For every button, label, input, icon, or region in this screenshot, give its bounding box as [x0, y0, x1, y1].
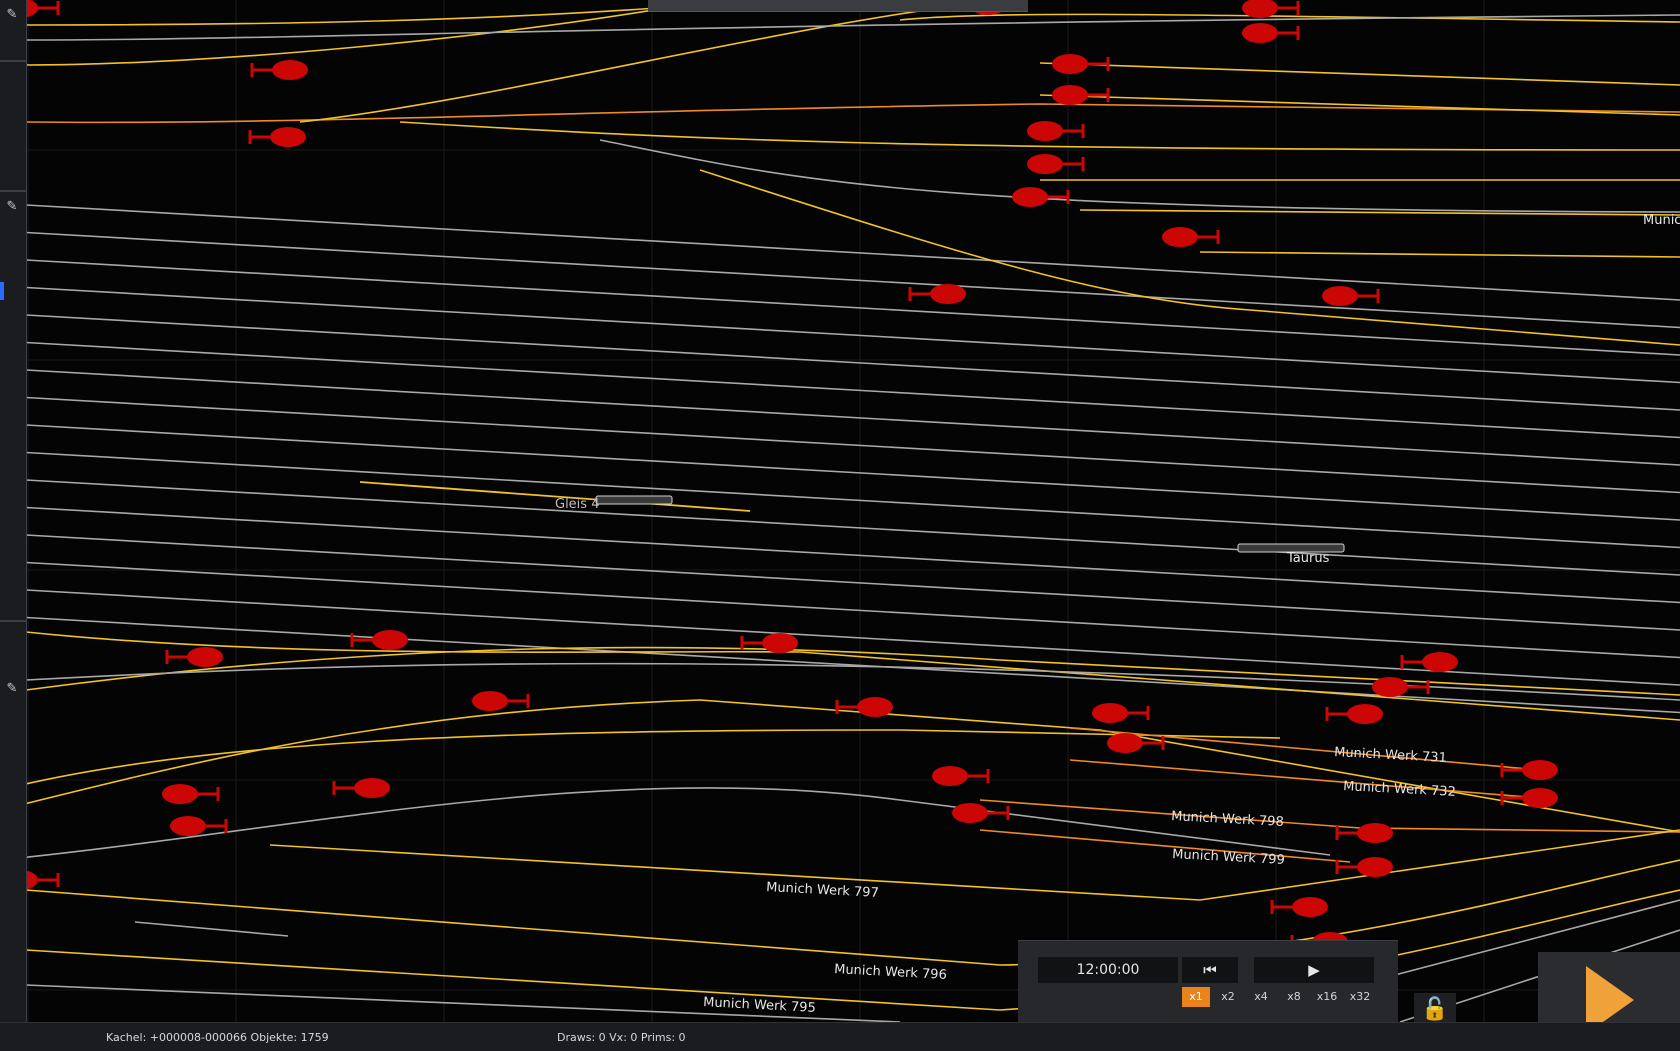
track-line [25, 424, 1680, 521]
draw-info: Draws: 0 Vx: 0 Prims: 0 [557, 1031, 686, 1044]
pin-icon[interactable]: ✎ [3, 680, 21, 698]
track-label: Munic [1643, 213, 1680, 228]
skip-back-button[interactable]: ⏮ [1182, 957, 1238, 983]
train-label: Taurus [1286, 551, 1330, 566]
signal-icon [170, 816, 206, 836]
signal-icon [1292, 897, 1328, 917]
track-line [25, 259, 1680, 356]
signal-icon [1322, 286, 1358, 306]
signal-icon [1522, 760, 1558, 780]
track-line [1079, 209, 1680, 216]
track-label: Munich Werk 799 [1172, 847, 1285, 868]
track-label: Munich Werk 732 [1343, 779, 1456, 800]
toolbar-divider [0, 620, 26, 622]
signal-icon [857, 697, 893, 717]
panel-tab[interactable] [0, 282, 4, 300]
tile-info: Kachel: +000008-000066 Objekte: 1759 [106, 1031, 329, 1044]
track-line [979, 829, 1351, 863]
track-line [25, 534, 1680, 631]
signal-icon [932, 766, 968, 786]
left-toolbar: ✎ ✎ ✎ [0, 0, 27, 1022]
signal-icon [1422, 652, 1458, 672]
skip-back-icon: ⏮ [1203, 961, 1217, 979]
track-line [0, 699, 1680, 833]
top-panel-handle[interactable] [648, 0, 1028, 12]
play-small-icon: ▶ [1308, 961, 1320, 979]
track-label: Munich Werk 798 [1171, 809, 1284, 830]
signal-icon [1357, 823, 1393, 843]
signal-icon [1372, 677, 1408, 697]
signal-icon [1242, 23, 1278, 43]
signal-icon [1052, 54, 1088, 74]
signal-icon [1162, 227, 1198, 247]
signal-icon [162, 784, 198, 804]
signal-icon [762, 633, 798, 653]
platform-label: Gleis 4 [555, 497, 599, 512]
track-line [25, 451, 1680, 549]
track-line [25, 506, 1680, 604]
track-line [25, 561, 1680, 659]
status-bar: Kachel: +000008-000066 Objekte: 1759 Dra… [0, 1022, 1680, 1051]
signal-icon [272, 60, 308, 80]
pin-icon[interactable]: ✎ [3, 6, 21, 24]
speed-x2-button[interactable]: x2 [1214, 987, 1242, 1007]
unlock-icon: 🔓 [1421, 997, 1449, 1022]
track-line [25, 231, 1680, 329]
signal-icon [472, 691, 508, 711]
signal-icon [270, 127, 306, 147]
track-line [25, 4, 701, 26]
signal-icon [1347, 704, 1383, 724]
track-line [1039, 62, 1680, 86]
track-line [269, 829, 1680, 901]
track-line [1069, 727, 1541, 771]
track-label: Munich Werk 797 [766, 880, 879, 901]
signal-icon [187, 647, 223, 667]
signal-icon [952, 803, 988, 823]
speed-x4-button[interactable]: x4 [1247, 987, 1275, 1007]
signal-icon [1012, 187, 1048, 207]
track-line [25, 341, 1680, 439]
signal-icon [1027, 154, 1063, 174]
track-label: Munich Werk 796 [834, 962, 947, 983]
signal-icon [1092, 703, 1128, 723]
signal-icon [1052, 85, 1088, 105]
signal-icon [354, 778, 390, 798]
simulation-panel: 12:00:00 ⏮ ▶ x1 x2 x4 x8 x16 x32 [1018, 940, 1398, 1023]
track-line [134, 921, 289, 937]
track-line [0, 729, 1281, 791]
track-label: Munich Werk 731 [1334, 745, 1447, 766]
map-viewport[interactable]: Gleis 4 Taurus Munic Munich Werk 731 Munich … [0, 0, 1680, 1050]
track-line [25, 396, 1680, 494]
toolbar-divider [0, 190, 26, 192]
track-line [25, 314, 1680, 411]
signal-icon [1522, 788, 1558, 808]
speed-x8-button[interactable]: x8 [1280, 987, 1308, 1007]
signal-icon [1107, 733, 1143, 753]
track-line [1199, 251, 1680, 258]
speed-x16-button[interactable]: x16 [1313, 987, 1341, 1007]
track-line [979, 799, 1680, 833]
signal-icon [372, 630, 408, 650]
track-line [25, 479, 1680, 576]
track-line [25, 859, 1680, 966]
track-line [25, 286, 1680, 384]
speed-x32-button[interactable]: x32 [1346, 987, 1374, 1007]
track-line [25, 369, 1680, 466]
pin-icon[interactable]: ✎ [3, 198, 21, 216]
toolbar-divider [0, 60, 26, 62]
track-line [599, 139, 1680, 213]
signal-icon [1027, 121, 1063, 141]
sim-time-display: 12:00:00 [1038, 957, 1178, 983]
signal-icon [1357, 857, 1393, 877]
signal-icon [930, 284, 966, 304]
speed-x1-button[interactable]: x1 [1182, 987, 1210, 1007]
step-play-button[interactable]: ▶ [1254, 957, 1374, 983]
track-map[interactable]: Gleis 4 Taurus Munic Munich Werk 731 Munich … [0, 0, 1680, 1050]
track-line [25, 889, 1680, 1011]
train-icon [595, 495, 673, 505]
